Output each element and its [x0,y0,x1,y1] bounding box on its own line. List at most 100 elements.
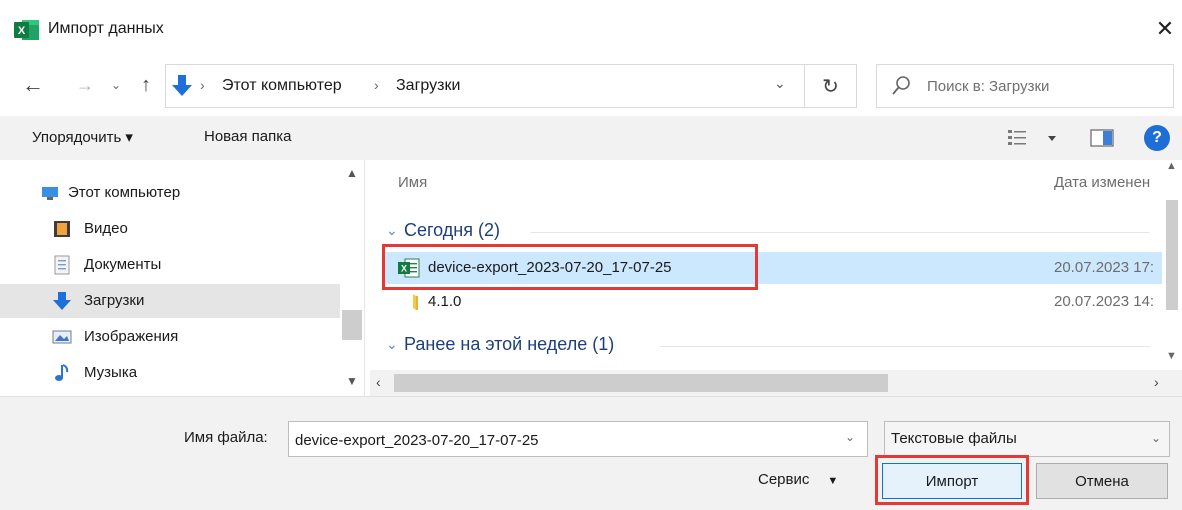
search-box[interactable] [876,64,1174,108]
breadcrumb-separator: › [374,77,379,93]
sidebar-item-label: Музыка [84,364,138,381]
filetype-value: Текстовые файлы [891,430,1017,447]
chevron-down-icon: ⌄ [386,222,398,238]
scrollbar-thumb[interactable] [342,310,362,340]
file-name: device-export_2023-07-20_17-07-25 [428,259,672,276]
group-header-today[interactable]: ⌄ Сегодня (2) [370,216,1160,246]
organize-button[interactable]: Упорядочить ▾ [32,128,133,146]
video-folder-icon [54,221,70,237]
search-input[interactable] [927,75,1167,97]
pictures-folder-icon [52,330,72,344]
group-label: Ранее на этой неделе (1) [404,334,615,354]
window-title: Импорт данных [48,20,164,37]
preview-pane-icon[interactable] [1090,128,1114,148]
sidebar-scrollbar[interactable]: ▲ ▼ [340,160,364,396]
arrow-left-icon: ← [22,72,44,97]
excel-file-icon: X [398,258,420,278]
file-list: Имя Дата изменен ⌄ Сегодня (2) X device-… [370,160,1182,396]
chevron-down-icon[interactable]: ⌄ [845,430,855,444]
caret-down-icon: ▼ [827,475,839,487]
cancel-button[interactable]: Отмена [1036,463,1168,499]
address-dropdown-icon[interactable]: ⌄ [774,75,786,92]
refresh-icon: ↻ [822,75,839,98]
scrollbar-thumb[interactable] [394,374,888,392]
chevron-down-icon: ⌄ [386,336,398,352]
scrollbar-thumb[interactable] [1166,200,1178,310]
import-button[interactable]: Импорт [882,463,1022,499]
toolbar: Упорядочить ▾ Новая папка ? [0,116,1182,160]
arrow-right-icon: → [76,74,94,95]
scroll-left-icon[interactable]: ‹ [376,374,381,390]
sidebar-item-downloads[interactable]: Загрузки [0,284,340,318]
column-header-name[interactable]: Имя [398,174,427,191]
search-icon [892,76,910,95]
forward-button[interactable]: → [70,70,100,100]
help-icon: ? [1152,129,1162,146]
breadcrumb-this-pc[interactable]: Этот компьютер [222,77,342,95]
up-button[interactable]: ↑ [132,70,160,100]
breadcrumb-downloads[interactable]: Загрузки [396,77,460,95]
download-arrow-icon [172,75,192,96]
sidebar-item-music[interactable]: Музыка [0,356,340,390]
close-button[interactable]: ✕ [1150,14,1180,44]
group-header-earlier-this-week[interactable]: ⌄ Ранее на этой неделе (1) [370,330,1160,360]
file-row[interactable]: X device-export_2023-07-20_17-07-25 20.0… [384,252,1162,284]
sidebar-item-label: Видео [84,220,128,237]
sidebar-item-label: Загрузки [84,292,145,309]
breadcrumb-separator: › [200,77,205,93]
file-row[interactable]: 4.1.0 20.07.2023 14: [384,286,1162,318]
help-button[interactable]: ? [1144,125,1170,151]
svg-text:X: X [18,25,26,37]
music-folder-icon [55,364,69,381]
arrow-up-icon: ↑ [141,73,151,96]
sidebar-item-label: Этот компьютер [68,184,181,201]
navigation-pane: Этот компьютер Видео Документы Загрузки … [0,160,365,396]
filetype-select[interactable]: Текстовые файлы ⌄ [884,421,1170,457]
file-name: 4.1.0 [428,293,462,310]
file-list-horizontal-scrollbar[interactable]: ‹ › [370,370,1182,396]
filename-input[interactable] [295,429,825,451]
navigation-row: ← → ⌄ ↑ › Этот компьютер › Загрузки ⌄ ↻ [0,56,1182,116]
close-icon: ✕ [1155,16,1175,41]
filename-label: Имя файла: [184,429,268,446]
scroll-down-icon[interactable]: ▼ [1166,350,1177,362]
documents-folder-icon [54,255,70,275]
scroll-right-icon[interactable]: › [1154,374,1159,390]
file-date: 20.07.2023 14: [1054,293,1155,310]
file-date: 20.07.2023 17: [1054,259,1155,276]
view-options-icon[interactable] [1006,126,1064,150]
chevron-down-icon: ⌄ [110,78,122,92]
new-folder-button[interactable]: Новая папка [204,128,291,145]
cancel-label: Отмена [1075,472,1129,490]
sidebar-item-label: Изображения [84,328,179,345]
title-bar: X Импорт данных ✕ [0,0,1182,56]
scroll-up-icon[interactable]: ▲ [1166,160,1177,172]
scroll-down-icon[interactable]: ▼ [346,374,358,388]
back-button[interactable]: ← [16,70,50,100]
filename-combobox[interactable]: ⌄ [288,421,868,457]
sidebar-item-pictures[interactable]: Изображения [0,320,340,354]
folder-icon [413,294,418,310]
sidebar-item-video[interactable]: Видео [0,212,340,246]
tools-label: Сервис [758,471,810,488]
file-list-vertical-scrollbar[interactable]: ▲ ▼ [1162,160,1182,370]
dialog-footer: Имя файла: ⌄ Текстовые файлы ⌄ Сервис ▼ И… [0,396,1182,510]
sidebar-item-documents[interactable]: Документы [0,248,340,282]
chevron-down-icon: ⌄ [1151,431,1162,445]
refresh-button[interactable]: ↻ [805,64,857,108]
group-divider [530,232,1150,233]
address-bar[interactable]: › Этот компьютер › Загрузки ⌄ [165,64,805,108]
column-header-date[interactable]: Дата изменен [1054,174,1150,191]
excel-icon: X [14,20,39,40]
import-dialog: X Импорт данных ✕ ← → ⌄ ↑ › Этот компьют… [0,0,1182,510]
group-divider [660,346,1150,347]
group-label: Сегодня (2) [404,220,500,240]
svg-text:X: X [401,264,407,274]
scroll-up-icon[interactable]: ▲ [346,166,358,180]
downloads-folder-icon [53,292,71,310]
tools-button[interactable]: Сервис ▼ [758,471,838,493]
sidebar-item-this-pc[interactable]: Этот компьютер [0,176,340,210]
computer-icon [42,187,58,200]
sidebar-item-label: Документы [84,256,162,273]
recent-locations-button[interactable]: ⌄ [104,70,128,100]
